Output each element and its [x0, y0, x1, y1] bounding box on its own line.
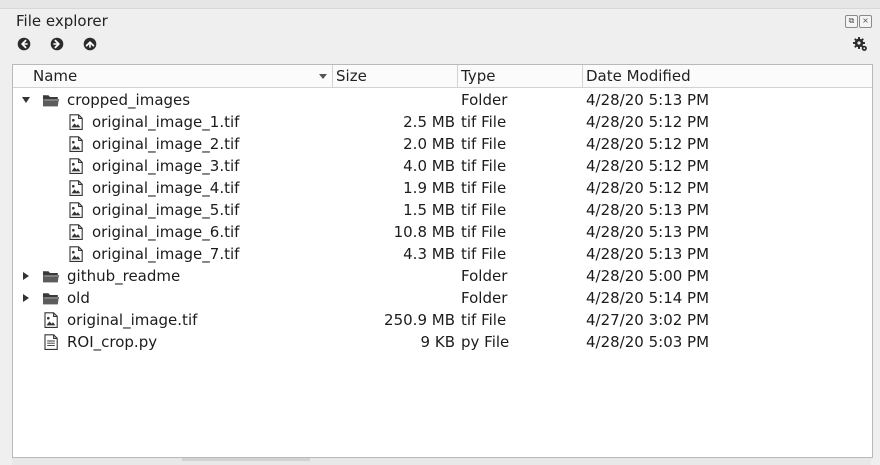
item-name: original_image_7.tif — [92, 245, 240, 263]
float-window-button[interactable]: ⧉ — [845, 15, 858, 28]
gear-icon — [853, 37, 867, 51]
item-date-modified: 4/28/20 5:13 PM — [586, 245, 710, 263]
column-header-type[interactable]: Type — [458, 65, 583, 87]
item-name: old — [67, 289, 90, 307]
image-file-icon — [67, 136, 85, 152]
tree-row-file[interactable]: ROI_crop.py 9 KB py File 4/28/20 5:03 PM — [13, 331, 872, 353]
folder-icon — [42, 92, 60, 108]
image-file-icon — [42, 312, 60, 328]
item-type: tif File — [461, 223, 507, 241]
item-date-modified: 4/28/20 5:13 PM — [586, 91, 710, 109]
item-type: Folder — [461, 91, 508, 109]
item-name: original_image_4.tif — [92, 179, 240, 197]
item-name: ROI_crop.py — [67, 333, 158, 351]
item-type: Folder — [461, 289, 508, 307]
item-size: 10.8 MB — [393, 223, 455, 241]
tree-row-folder[interactable]: github_readme Folder 4/28/20 5:00 PM — [13, 265, 872, 287]
item-date-modified: 4/28/20 5:12 PM — [586, 135, 710, 153]
tree-row-file[interactable]: original_image_2.tif 2.0 MB tif File 4/28/2… — [13, 133, 872, 155]
item-type: tif File — [461, 245, 507, 263]
bottom-scrollbar[interactable] — [12, 458, 871, 465]
column-header-name[interactable]: Name — [13, 65, 333, 87]
item-type: tif File — [461, 135, 507, 153]
tree-row-file[interactable]: original_image_6.tif 10.8 MB tif File 4/28/… — [13, 221, 872, 243]
item-type: tif File — [461, 157, 507, 175]
item-size — [333, 287, 455, 309]
tree-row-file[interactable]: original_image_1.tif 2.5 MB tif File 4/28/2… — [13, 111, 872, 133]
item-size — [333, 89, 455, 111]
item-type: tif File — [461, 113, 507, 131]
collapse-arrow-icon[interactable] — [22, 97, 30, 103]
file-tree[interactable]: Name Size Type Date Modified cropped_ima… — [12, 64, 873, 458]
tree-header: Name Size Type Date Modified — [13, 65, 872, 88]
title-bar: File explorer ⧉ × — [0, 9, 880, 35]
item-type: tif File — [461, 179, 507, 197]
item-date-modified: 4/28/20 5:12 PM — [586, 113, 710, 131]
item-size: 250.9 MB — [384, 311, 455, 329]
tree-row-folder[interactable]: old Folder 4/28/20 5:14 PM — [13, 287, 872, 309]
item-size: 2.0 MB — [403, 135, 455, 153]
window-top-edge — [0, 0, 880, 9]
tree-row-file[interactable]: original_image_4.tif 1.9 MB tif File 4/28/2… — [13, 177, 872, 199]
image-file-icon — [67, 246, 85, 262]
settings-button[interactable] — [852, 36, 868, 52]
tree-row-file[interactable]: original_image_7.tif 4.3 MB tif File 4/28/2… — [13, 243, 872, 265]
expand-arrow-icon[interactable] — [23, 272, 29, 280]
item-size: 4.0 MB — [403, 157, 455, 175]
folder-icon — [42, 268, 60, 284]
image-file-icon — [67, 114, 85, 130]
sort-descending-icon — [319, 74, 327, 79]
item-date-modified: 4/28/20 5:12 PM — [586, 179, 710, 197]
item-date-modified: 4/28/20 5:03 PM — [586, 333, 710, 351]
item-date-modified: 4/28/20 5:14 PM — [586, 289, 710, 307]
image-file-icon — [67, 202, 85, 218]
item-name: original_image.tif — [67, 311, 198, 329]
back-button[interactable] — [16, 36, 32, 52]
up-directory-button[interactable] — [82, 36, 98, 52]
item-size — [333, 265, 455, 287]
column-header-size[interactable]: Size — [333, 65, 458, 87]
item-type: tif File — [461, 201, 507, 219]
item-type: py File — [461, 333, 510, 351]
item-name: original_image_3.tif — [92, 157, 240, 175]
tree-row-folder[interactable]: cropped_images Folder 4/28/20 5:13 PM — [13, 89, 872, 111]
image-file-icon — [67, 180, 85, 196]
arrow-right-circle-icon — [50, 37, 64, 51]
tree-row-file[interactable]: original_image_5.tif 1.5 MB tif File 4/28/2… — [13, 199, 872, 221]
item-name: original_image_6.tif — [92, 223, 240, 241]
forward-button[interactable] — [49, 36, 65, 52]
image-file-icon — [67, 224, 85, 240]
item-date-modified: 4/28/20 5:13 PM — [586, 223, 710, 241]
item-date-modified: 4/28/20 5:00 PM — [586, 267, 710, 285]
folder-icon — [42, 290, 60, 306]
tree-row-file[interactable]: original_image.tif 250.9 MB tif File 4/27/2… — [13, 309, 872, 331]
item-type: tif File — [461, 311, 507, 329]
text-file-icon — [42, 334, 60, 350]
arrow-up-circle-icon — [83, 37, 97, 51]
item-type: Folder — [461, 267, 508, 285]
item-size: 1.9 MB — [403, 179, 455, 197]
window-title: File explorer — [16, 12, 108, 30]
toolbar — [0, 34, 880, 56]
item-size: 2.5 MB — [403, 113, 455, 131]
item-name: github_readme — [67, 267, 181, 285]
scrollbar-handle[interactable] — [182, 458, 310, 461]
item-name: original_image_2.tif — [92, 135, 240, 153]
item-date-modified: 4/27/20 3:02 PM — [586, 311, 710, 329]
expand-arrow-icon[interactable] — [23, 294, 29, 302]
item-size: 4.3 MB — [403, 245, 455, 263]
tree-row-file[interactable]: original_image_3.tif 4.0 MB tif File 4/28/2… — [13, 155, 872, 177]
item-size: 9 KB — [420, 333, 455, 351]
item-date-modified: 4/28/20 5:13 PM — [586, 201, 710, 219]
item-name: original_image_5.tif — [92, 201, 240, 219]
arrow-left-circle-icon — [17, 37, 31, 51]
item-name: original_image_1.tif — [92, 113, 240, 131]
item-size: 1.5 MB — [403, 201, 455, 219]
close-window-button[interactable]: × — [859, 15, 872, 28]
item-name: cropped_images — [67, 91, 191, 109]
column-header-date-modified[interactable]: Date Modified — [583, 65, 872, 87]
image-file-icon — [67, 158, 85, 174]
item-date-modified: 4/28/20 5:12 PM — [586, 157, 710, 175]
